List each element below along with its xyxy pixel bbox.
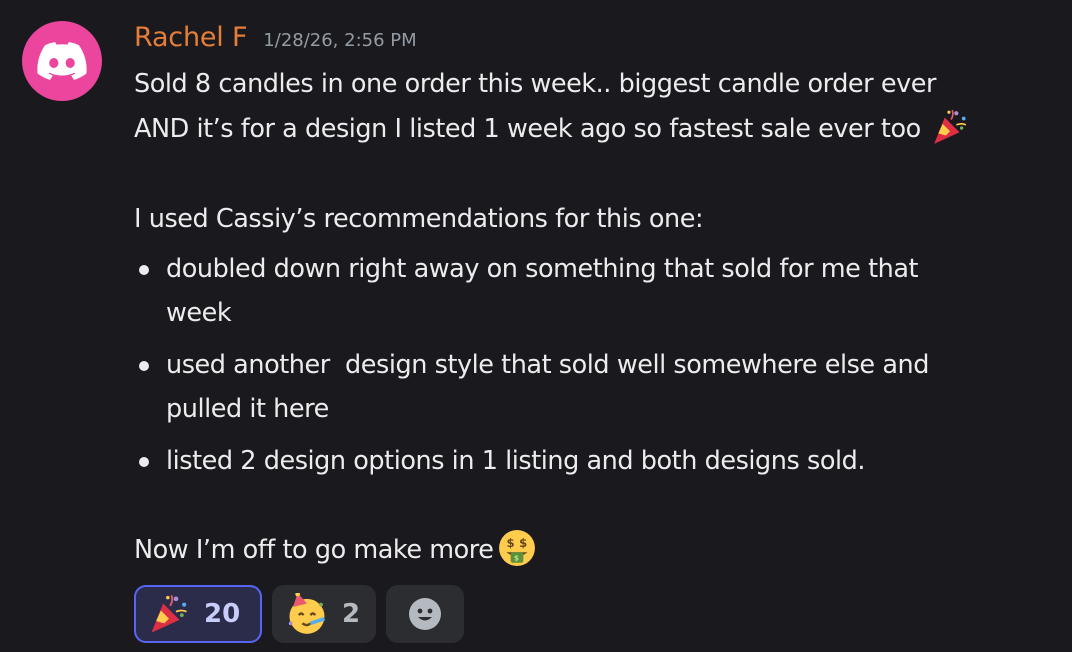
party-popper-icon bbox=[933, 109, 966, 144]
reaction-party-popper[interactable]: 20 bbox=[134, 585, 262, 643]
message-header: Rachel F 1/28/26, 2:56 PM bbox=[134, 22, 417, 60]
list-item-text-wrap: pulled it here bbox=[166, 394, 329, 424]
list-item-text-wrap: week bbox=[166, 298, 232, 328]
reaction-partying-face[interactable]: 2 bbox=[272, 585, 376, 643]
reaction-count: 20 bbox=[204, 599, 241, 629]
list-item-text: listed 2 design options in 1 listing and… bbox=[166, 446, 865, 476]
bullet-icon bbox=[139, 361, 149, 371]
reaction-count: 2 bbox=[342, 599, 361, 629]
message-line-2: AND it’s for a design I listed 1 week ag… bbox=[134, 107, 1054, 152]
author-name[interactable]: Rachel F bbox=[134, 22, 247, 53]
message-intro: I used Cassiy’s recommendations for this… bbox=[134, 204, 704, 234]
svg-text:$: $ bbox=[513, 554, 518, 563]
message-line-1: Sold 8 candles in one order this week.. … bbox=[134, 69, 937, 99]
message-timestamp[interactable]: 1/28/26, 2:56 PM bbox=[263, 30, 416, 51]
message-line-2-text: AND it’s for a design I listed 1 week ag… bbox=[134, 114, 921, 144]
list-item-text: doubled down right away on something tha… bbox=[166, 254, 919, 328]
avatar[interactable] bbox=[22, 21, 102, 101]
message-content: Sold 8 candles in one order this week.. … bbox=[134, 62, 1054, 573]
bullet-list: doubled down right away on something tha… bbox=[134, 247, 1054, 483]
svg-text:$: $ bbox=[506, 536, 514, 550]
list-item: doubled down right away on something tha… bbox=[134, 247, 1054, 335]
list-item: used another design style that sold well… bbox=[134, 343, 1054, 431]
discord-logo-icon bbox=[37, 42, 87, 80]
message-closing: Now I’m off to go make more $ $ $ bbox=[134, 528, 1054, 573]
message-closing-text: Now I’m off to go make more bbox=[134, 535, 494, 565]
list-item-text: used another design style that sold well… bbox=[166, 350, 929, 424]
list-item: listed 2 design options in 1 listing and… bbox=[134, 439, 1054, 483]
party-popper-icon bbox=[151, 594, 187, 633]
add-reaction-button[interactable] bbox=[386, 585, 464, 643]
money-mouth-face-icon: $ $ $ bbox=[498, 530, 535, 566]
bullet-icon bbox=[139, 265, 149, 275]
bullet-icon bbox=[139, 457, 149, 467]
partying-face-icon bbox=[288, 593, 326, 634]
add-reaction-smiley-icon bbox=[409, 598, 441, 630]
svg-text:$: $ bbox=[519, 536, 527, 550]
reactions-bar: 20 2 bbox=[134, 585, 464, 643]
